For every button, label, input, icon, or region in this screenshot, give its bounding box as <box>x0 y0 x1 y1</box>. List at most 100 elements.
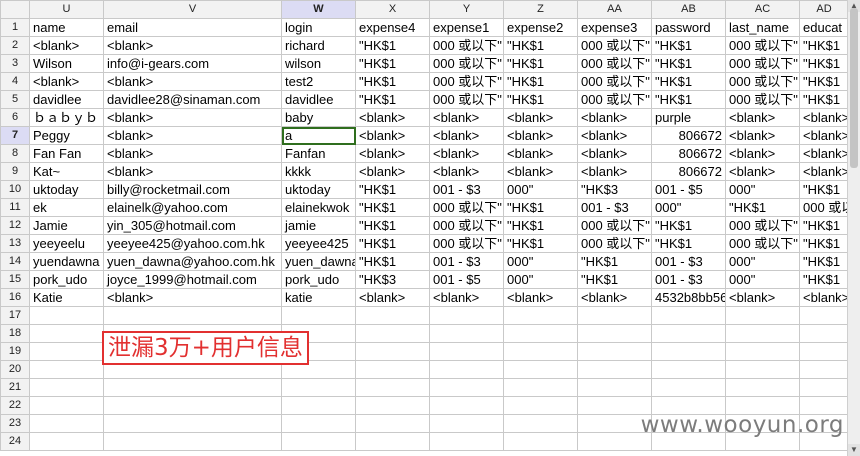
row-header[interactable]: 11 <box>0 198 30 217</box>
cell-v13[interactable]: yeeyee425@yahoo.com.hk <box>103 234 282 253</box>
row-header[interactable]: 20 <box>0 360 30 379</box>
cell-y3[interactable]: 000 或以下" <box>429 54 504 73</box>
cell-ad4[interactable]: "HK$1 <box>799 72 849 91</box>
cell-x21[interactable] <box>355 378 430 397</box>
row-header[interactable]: 3 <box>0 54 30 73</box>
cell-x13[interactable]: "HK$1 <box>355 234 430 253</box>
cell-ab6[interactable]: purple <box>651 108 726 127</box>
cell-u21[interactable] <box>29 378 104 397</box>
cell-ac10[interactable]: 000" <box>725 180 800 199</box>
column-header-x[interactable]: X <box>355 0 430 19</box>
cell-z6[interactable]: <blank> <box>503 108 578 127</box>
cell-z12[interactable]: "HK$1 <box>503 216 578 235</box>
cell-ab10[interactable]: 001 - $5 <box>651 180 726 199</box>
cell-w16[interactable]: katie <box>281 288 356 307</box>
cell-ad18[interactable] <box>799 324 849 343</box>
row-header[interactable]: 22 <box>0 396 30 415</box>
cell-y4[interactable]: 000 或以下" <box>429 72 504 91</box>
row-header[interactable]: 23 <box>0 414 30 433</box>
cell-u12[interactable]: Jamie <box>29 216 104 235</box>
cell-v6[interactable]: <blank> <box>103 108 282 127</box>
cell-ad20[interactable] <box>799 360 849 379</box>
cell-y13[interactable]: 000 或以下" <box>429 234 504 253</box>
cell-z23[interactable] <box>503 414 578 433</box>
row-header[interactable]: 17 <box>0 306 30 325</box>
cell-v12[interactable]: yin_305@hotmail.com <box>103 216 282 235</box>
cell-y1[interactable]: expense1 <box>429 18 504 37</box>
cell-x5[interactable]: "HK$1 <box>355 90 430 109</box>
cell-aa20[interactable] <box>577 360 652 379</box>
cell-y7[interactable]: <blank> <box>429 126 504 145</box>
cell-aa17[interactable] <box>577 306 652 325</box>
cell-w12[interactable]: jamie <box>281 216 356 235</box>
cell-v5[interactable]: davidlee28@sinaman.com <box>103 90 282 109</box>
cell-y11[interactable]: 000 或以下" <box>429 198 504 217</box>
row-header[interactable]: 5 <box>0 90 30 109</box>
cell-y20[interactable] <box>429 360 504 379</box>
cell-ab18[interactable] <box>651 324 726 343</box>
row-header[interactable]: 19 <box>0 342 30 361</box>
cell-aa7[interactable]: <blank> <box>577 126 652 145</box>
row-header[interactable]: 6 <box>0 108 30 127</box>
cell-v1[interactable]: email <box>103 18 282 37</box>
cell-z2[interactable]: "HK$1 <box>503 36 578 55</box>
cell-z20[interactable] <box>503 360 578 379</box>
cell-w23[interactable] <box>281 414 356 433</box>
cell-v22[interactable] <box>103 396 282 415</box>
cell-y6[interactable]: <blank> <box>429 108 504 127</box>
cell-z15[interactable]: 000" <box>503 270 578 289</box>
cell-y15[interactable]: 001 - $5 <box>429 270 504 289</box>
cell-x23[interactable] <box>355 414 430 433</box>
row-header[interactable]: 21 <box>0 378 30 397</box>
cell-x15[interactable]: "HK$3 <box>355 270 430 289</box>
cell-ac1[interactable]: last_name <box>725 18 800 37</box>
cell-w13[interactable]: yeeyee425 <box>281 234 356 253</box>
cell-aa1[interactable]: expense3 <box>577 18 652 37</box>
cell-x10[interactable]: "HK$1 <box>355 180 430 199</box>
cell-u16[interactable]: Katie <box>29 288 104 307</box>
cell-aa8[interactable]: <blank> <box>577 144 652 163</box>
cell-ac5[interactable]: 000 或以下" <box>725 90 800 109</box>
cell-ab11[interactable]: 000" <box>651 198 726 217</box>
cell-aa6[interactable]: <blank> <box>577 108 652 127</box>
cell-x1[interactable]: expense4 <box>355 18 430 37</box>
row-header[interactable]: 18 <box>0 324 30 343</box>
cell-aa18[interactable] <box>577 324 652 343</box>
cell-u5[interactable]: davidlee <box>29 90 104 109</box>
cell-v23[interactable] <box>103 414 282 433</box>
column-header-y[interactable]: Y <box>429 0 504 19</box>
cell-v2[interactable]: <blank> <box>103 36 282 55</box>
cell-y16[interactable]: <blank> <box>429 288 504 307</box>
cell-x4[interactable]: "HK$1 <box>355 72 430 91</box>
cell-y24[interactable] <box>429 432 504 451</box>
cell-v21[interactable] <box>103 378 282 397</box>
cell-aa14[interactable]: "HK$1 <box>577 252 652 271</box>
cell-aa13[interactable]: 000 或以下" <box>577 234 652 253</box>
cell-x6[interactable]: <blank> <box>355 108 430 127</box>
cell-z24[interactable] <box>503 432 578 451</box>
cell-v14[interactable]: yuen_dawna@yahoo.com.hk <box>103 252 282 271</box>
cell-z5[interactable]: "HK$1 <box>503 90 578 109</box>
cell-z16[interactable]: <blank> <box>503 288 578 307</box>
cell-y21[interactable] <box>429 378 504 397</box>
cell-u11[interactable]: ek <box>29 198 104 217</box>
cell-aa16[interactable]: <blank> <box>577 288 652 307</box>
cell-aa5[interactable]: 000 或以下" <box>577 90 652 109</box>
cell-ad17[interactable] <box>799 306 849 325</box>
cell-x18[interactable] <box>355 324 430 343</box>
cell-ad12[interactable]: "HK$1 <box>799 216 849 235</box>
cell-ab15[interactable]: 001 - $3 <box>651 270 726 289</box>
cell-u22[interactable] <box>29 396 104 415</box>
cell-x22[interactable] <box>355 396 430 415</box>
cell-ab9[interactable]: 806672 <box>651 162 726 181</box>
cell-u7[interactable]: Peggy <box>29 126 104 145</box>
cell-ab8[interactable]: 806672 <box>651 144 726 163</box>
cell-x8[interactable]: <blank> <box>355 144 430 163</box>
cell-ac6[interactable]: <blank> <box>725 108 800 127</box>
cell-x19[interactable] <box>355 342 430 361</box>
cell-w5[interactable]: davidlee <box>281 90 356 109</box>
cell-ab13[interactable]: "HK$1 <box>651 234 726 253</box>
row-header[interactable]: 7 <box>0 126 30 145</box>
cell-y12[interactable]: 000 或以下" <box>429 216 504 235</box>
cell-aa2[interactable]: 000 或以下" <box>577 36 652 55</box>
